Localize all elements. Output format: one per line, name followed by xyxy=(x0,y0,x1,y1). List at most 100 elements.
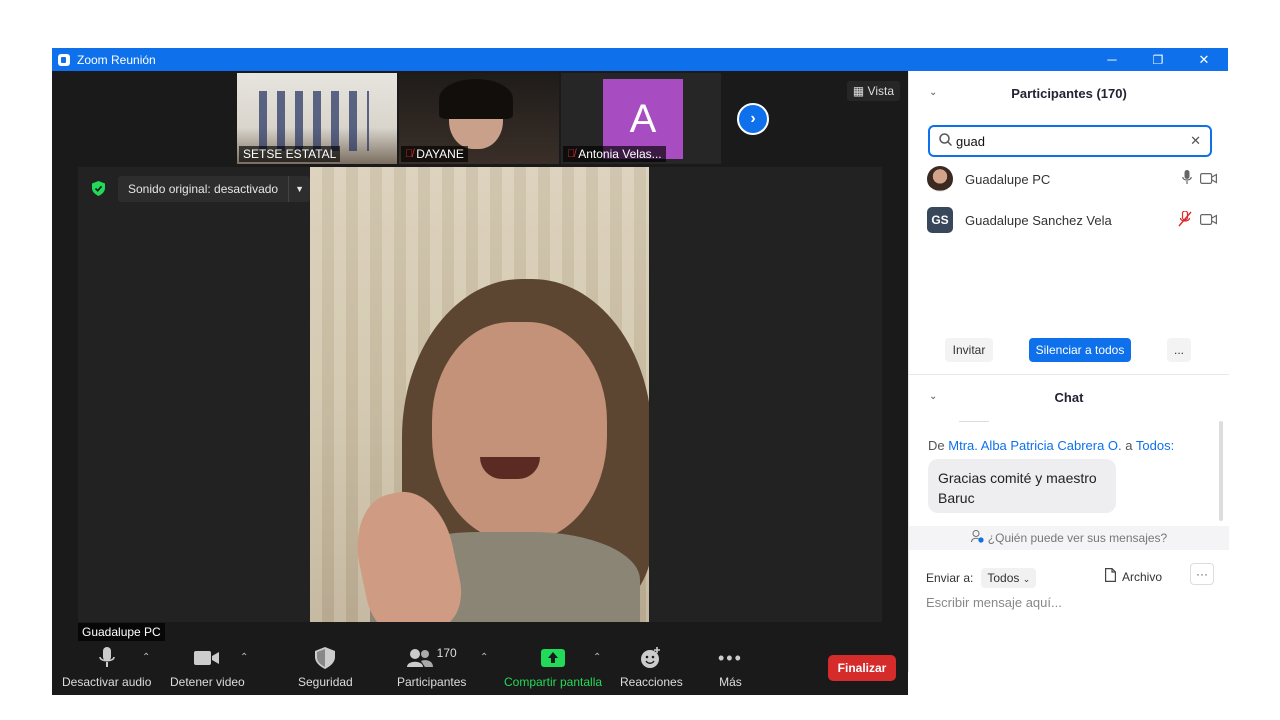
video-tile-dayane[interactable]: 🎙̸ DAYANE xyxy=(399,73,559,164)
send-to-select[interactable]: Todos ⌄ xyxy=(981,568,1037,588)
restore-button[interactable]: ❐ xyxy=(1135,48,1181,71)
group-photo xyxy=(259,91,369,151)
participant-search-input[interactable] xyxy=(956,133,1176,149)
meeting-toolbar: Desactivar audio ⌃ Detener video ⌃ Segur… xyxy=(52,642,908,695)
tile-label: SETSE ESTATAL xyxy=(239,146,341,162)
mute-audio-label: Desactivar audio xyxy=(62,675,152,689)
shield-icon xyxy=(315,646,336,670)
chat-message-input[interactable] xyxy=(926,595,1216,610)
chat-message-bubble: Gracias comité y maestro Baruc xyxy=(928,459,1116,513)
reactions-button[interactable]: Reacciones xyxy=(620,646,683,689)
tile-label: 🎙̸ DAYANE xyxy=(401,146,468,162)
avatar: GS xyxy=(927,207,953,233)
reaction-smiley-icon xyxy=(640,646,662,670)
chat-panel-title: Chat xyxy=(1054,390,1084,405)
zoom-window: Zoom Reunión ─ ❐ ✕ SETSE ESTATAL 🎙̸ DAYAN… xyxy=(52,48,1229,695)
next-page-button[interactable]: › xyxy=(737,103,769,135)
participants-more-button[interactable]: ... xyxy=(1167,338,1191,362)
participant-row[interactable]: Guadalupe PC xyxy=(927,164,1217,194)
file-button[interactable]: Archivo xyxy=(1105,568,1162,585)
video-camera-icon[interactable] xyxy=(1200,172,1217,187)
end-meeting-button[interactable]: Finalizar xyxy=(828,655,896,681)
mic-muted-icon[interactable] xyxy=(1178,209,1192,230)
who-can-see-label: ¿Quién puede ver sus mensajes? xyxy=(987,531,1168,545)
avatar xyxy=(927,166,953,192)
participant-name: Guadalupe PC xyxy=(965,171,1051,187)
chat-more-button[interactable]: ··· xyxy=(1190,563,1214,585)
more-dots-icon: ••• xyxy=(718,647,743,668)
search-icon xyxy=(939,133,953,149)
zoom-app-icon xyxy=(58,53,70,66)
clear-search-icon[interactable]: ✕ xyxy=(1190,133,1201,149)
chevron-down-icon: ⌄ xyxy=(1022,574,1031,584)
stop-video-label: Detener video xyxy=(170,675,245,689)
invite-button[interactable]: Invitar xyxy=(945,338,993,362)
video-tile-setse[interactable]: SETSE ESTATAL xyxy=(237,73,397,164)
participants-panel-title: Participantes (170) xyxy=(1011,86,1127,101)
chevron-right-icon: › xyxy=(750,110,756,127)
person-info-icon xyxy=(970,529,984,546)
reactions-label: Reacciones xyxy=(620,675,683,689)
original-sound-label: Sonido original: desactivado xyxy=(128,182,279,196)
participants-label: Participantes xyxy=(397,675,467,689)
mic-muted-icon: 🎙̸ xyxy=(567,148,576,160)
share-screen-icon xyxy=(541,646,566,670)
file-icon xyxy=(1105,568,1116,585)
microphone-icon[interactable] xyxy=(1182,170,1192,188)
video-camera-icon[interactable] xyxy=(1200,213,1217,228)
participants-button[interactable]: 170 Participantes xyxy=(397,646,466,689)
close-button[interactable]: ✕ xyxy=(1181,48,1227,71)
chat-scrollbar[interactable] xyxy=(1219,421,1223,521)
chat-recipient-name[interactable]: Todos: xyxy=(1136,438,1174,453)
chat-message-sender: De Mtra. Alba Patricia Cabrera O. a Todo… xyxy=(928,438,1174,453)
chevron-down-icon[interactable]: ▼ xyxy=(288,176,310,202)
mute-audio-button[interactable]: Desactivar audio xyxy=(62,646,151,689)
share-screen-label: Compartir pantalla xyxy=(504,675,603,689)
share-options-chevron-icon[interactable]: ⌃ xyxy=(593,652,601,663)
title-bar: Zoom Reunión ─ ❐ ✕ xyxy=(52,48,1228,71)
stop-video-button[interactable]: Detener video xyxy=(170,646,245,689)
active-speaker-video xyxy=(78,167,882,622)
participant-name: Guadalupe Sanchez Vela xyxy=(965,212,1112,228)
minimize-button[interactable]: ─ xyxy=(1089,48,1135,71)
speaker-face xyxy=(432,322,607,542)
chat-scroll-top-marker xyxy=(959,421,989,422)
send-to-label: Enviar a: xyxy=(926,571,974,585)
more-button[interactable]: ••• Más xyxy=(718,646,743,690)
mic-muted-icon: 🎙̸ xyxy=(405,148,414,160)
original-sound-button[interactable]: Sonido original: desactivado ▼ xyxy=(118,176,311,202)
encryption-shield-icon xyxy=(92,181,105,196)
mute-all-button[interactable]: Silenciar a todos xyxy=(1029,338,1131,362)
more-label: Más xyxy=(719,675,742,689)
chat-to-text: a xyxy=(1125,438,1133,453)
chat-sender-name[interactable]: Mtra. Alba Patricia Cabrera O. xyxy=(948,438,1121,453)
chat-from-prefix: De xyxy=(928,438,945,453)
send-to-row: Enviar a: Todos ⌄ xyxy=(926,568,1037,588)
participants-options-chevron-icon[interactable]: ⌃ xyxy=(480,652,488,663)
tile-label: 🎙̸ Antonia Velas... xyxy=(563,146,666,162)
side-panel: ⌄ Participantes (170) ✕ Guadalupe PC GS … xyxy=(908,71,1229,672)
share-screen-button[interactable]: Compartir pantalla xyxy=(504,646,602,689)
video-camera-icon xyxy=(194,646,220,670)
audio-options-chevron-icon[interactable]: ⌃ xyxy=(142,652,150,663)
security-label: Seguridad xyxy=(298,675,353,689)
microphone-icon xyxy=(98,646,115,670)
participant-hair xyxy=(439,79,513,119)
window-title: Zoom Reunión xyxy=(77,52,156,67)
video-stage: SETSE ESTATAL 🎙̸ DAYANE A 🎙̸ Antonia Velas… xyxy=(52,71,908,695)
speaker-video-feed xyxy=(310,167,649,622)
security-button[interactable]: Seguridad xyxy=(298,646,353,689)
view-button[interactable]: ▦ Vista xyxy=(846,81,900,101)
send-to-value: Todos xyxy=(987,571,1020,585)
speaker-name-label: Guadalupe PC xyxy=(78,623,165,641)
video-tile-antonia[interactable]: A 🎙̸ Antonia Velas... xyxy=(561,73,721,164)
participant-search-box[interactable]: ✕ xyxy=(928,125,1212,157)
participants-icon: 170 xyxy=(406,646,457,670)
file-label: Archivo xyxy=(1122,569,1163,584)
participant-row[interactable]: GS Guadalupe Sanchez Vela xyxy=(927,205,1217,235)
grid-icon: ▦ xyxy=(852,84,868,98)
participant-count: 170 xyxy=(436,646,457,660)
panel-divider xyxy=(909,374,1229,375)
who-can-see-messages-link[interactable]: ¿Quién puede ver sus mensajes? xyxy=(909,526,1229,550)
video-options-chevron-icon[interactable]: ⌃ xyxy=(240,652,248,663)
